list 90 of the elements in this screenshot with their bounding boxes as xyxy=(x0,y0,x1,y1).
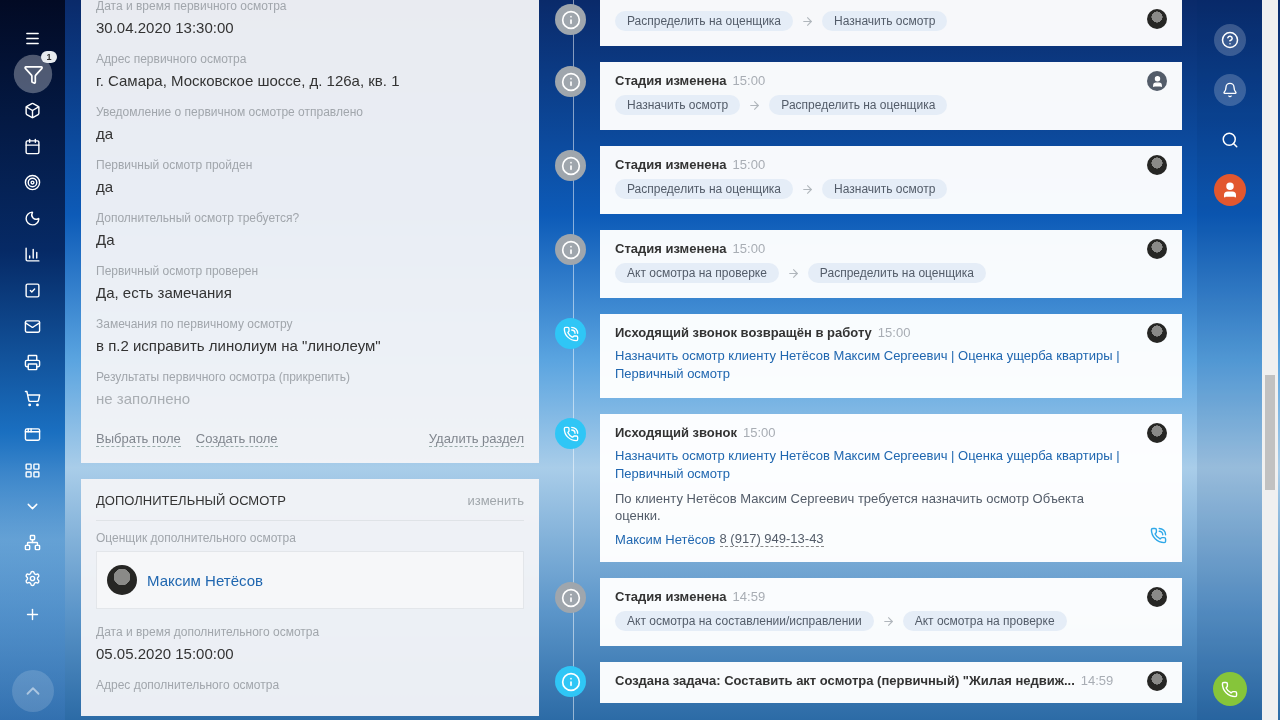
event-time: 15:00 xyxy=(732,157,766,172)
delete-section-link[interactable]: Удалить раздел xyxy=(428,431,524,447)
field-value: Да, есть замечания xyxy=(96,284,233,301)
grid-icon xyxy=(24,461,41,479)
event-title: Исходящий звонок xyxy=(615,425,737,440)
phone-icon xyxy=(1221,680,1238,698)
phone-number[interactable]: 8 (917) 949-13-43 xyxy=(719,531,824,547)
arrow-icon xyxy=(786,266,800,280)
action-link[interactable]: Создать поле xyxy=(195,431,278,447)
settings-icon xyxy=(24,569,41,587)
stage-pill: Акт осмотра на проверке xyxy=(902,611,1067,631)
event-time: 15:00 xyxy=(877,325,911,340)
info-icon xyxy=(555,66,586,97)
printer-icon xyxy=(24,353,41,371)
stage-pill: Акт осмотра на проверке xyxy=(615,263,779,283)
cube-icon xyxy=(24,101,41,119)
window-icon xyxy=(24,425,41,443)
checkbox-icon xyxy=(24,281,41,299)
info-icon xyxy=(555,234,586,265)
field-label: Уведомление о первичном осмотре отправлено xyxy=(96,105,364,119)
field-value: да xyxy=(96,125,115,142)
moon-icon xyxy=(24,209,41,227)
target-icon xyxy=(24,173,41,191)
stage-pill: Акт осмотра на составлении/исправлении xyxy=(615,611,874,631)
event-title: Стадия изменена xyxy=(615,157,727,172)
field-value: 30.04.2020 13:30:00 xyxy=(96,19,235,36)
section-title: ДОПОЛНИТЕЛЬНЫЙ ОСМОТР xyxy=(96,493,286,508)
field-value: не заполнено xyxy=(96,390,192,407)
field-label: Адрес дополнительного осмотра xyxy=(96,678,281,692)
event-title: Стадия изменена xyxy=(615,241,727,256)
deal-link[interactable]: Назначить осмотр клиенту Нетёсов Максим Сергеевич | Оценка ущерба квартиры | Первичный осмотр xyxy=(615,447,1125,483)
network-icon xyxy=(24,533,41,551)
phone-icon xyxy=(555,418,586,449)
avatar-photo xyxy=(107,565,137,595)
stage-pill: Распределить на оценщика xyxy=(769,95,948,115)
arrow-icon xyxy=(801,182,815,196)
info-icon xyxy=(555,4,586,35)
event-title: Исходящий звонок возвращён в работу xyxy=(615,325,872,340)
field-label: Результаты первичного осмотра (прикрепить) xyxy=(96,370,352,384)
event-time: 15:00 xyxy=(732,241,766,256)
info-icon xyxy=(555,150,586,181)
scrollbar[interactable] xyxy=(1262,0,1278,720)
call-description: По клиенту Нетёсов Максим Сергеевич требуется назначить осмотр Объекта оценки. xyxy=(615,490,1085,524)
stage-pill: Назначить осмотр xyxy=(822,179,948,199)
field-label: Дата и время дополнительного осмотра xyxy=(96,625,321,639)
phone-icon xyxy=(555,318,586,349)
nav-button[interactable] xyxy=(13,54,52,94)
deal-link[interactable]: Назначить осмотр клиенту Нетёсов Максим Сергеевич | Оценка ущерба квартиры | Первичный осмотр xyxy=(615,347,1125,383)
field-value: Да xyxy=(96,231,116,248)
person-link[interactable]: Максим Нетёсов xyxy=(147,571,263,589)
field-label: Дополнительный осмотр требуется? xyxy=(96,211,301,225)
field-value: в п.2 исправить линолиум на "линолеум" xyxy=(96,337,382,354)
arrow-icon xyxy=(801,14,815,28)
event-time: 14:59 xyxy=(1080,673,1114,688)
field-label: Первичный осмотр проверен xyxy=(96,264,260,278)
field-value: 05.05.2020 15:00:00 xyxy=(96,645,235,662)
stage-pill: Распределить на оценщика xyxy=(807,263,986,283)
help-icon[interactable] xyxy=(1213,24,1246,56)
field-value: г. Самара, Московское шоссе, д. 126а, кв. 1 xyxy=(96,72,401,89)
counter-badge: 1 xyxy=(41,51,57,63)
stage-pill: Назначить осмотр xyxy=(615,95,741,115)
mail-icon xyxy=(24,317,41,335)
field-label: Адрес первичного осмотра xyxy=(96,52,248,66)
event-time: 15:00 xyxy=(732,73,766,88)
arrow-icon xyxy=(748,98,762,112)
field-label: Замечания по первичному осмотру xyxy=(96,317,294,331)
filter-icon xyxy=(22,63,43,85)
stage-pill: Распределить на оценщика xyxy=(615,11,794,31)
field-label: Оценщик дополнительного осмотра xyxy=(96,531,297,545)
calendar-icon xyxy=(24,137,41,155)
event-time: 15:00 xyxy=(743,425,776,440)
cart-icon xyxy=(24,389,41,407)
event-title: Стадия изменена xyxy=(615,589,727,604)
field-label: Дата и время первичного осмотра xyxy=(96,0,288,13)
field-label: Первичный осмотр пройден xyxy=(96,158,254,172)
user-icon[interactable] xyxy=(1213,174,1246,206)
bell-icon[interactable] xyxy=(1213,74,1246,106)
stage-pill: Назначить осмотр xyxy=(822,11,948,31)
info-icon xyxy=(555,666,586,697)
bar-chart-icon xyxy=(24,245,41,263)
field-value: да xyxy=(96,178,115,195)
contact-link[interactable]: Максим Нетёсов xyxy=(615,531,716,547)
stage-pill: Распределить на оценщика xyxy=(615,179,794,199)
info-icon xyxy=(555,582,586,613)
arrow-icon xyxy=(881,614,895,628)
action-link[interactable]: Выбрать поле xyxy=(96,431,181,447)
event-title: Создана задача: Составить акт осмотра (первичный) "Жилая недвиж... xyxy=(615,673,1075,688)
event-time: 14:59 xyxy=(732,589,766,604)
event-title: Стадия изменена xyxy=(615,73,727,88)
phone-button[interactable] xyxy=(1212,672,1247,706)
